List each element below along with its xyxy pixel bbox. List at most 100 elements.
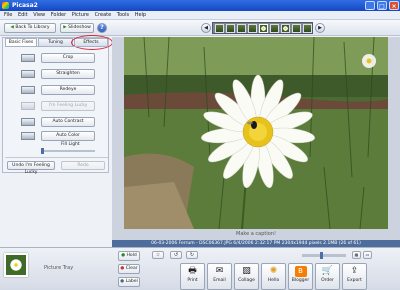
panel-divider xyxy=(5,157,108,158)
picture-tray-label: Picture Tray xyxy=(44,265,74,271)
redeye-icon xyxy=(21,86,35,94)
next-arrow-icon: ▶ xyxy=(318,25,322,31)
caption-field[interactable]: Make a caption! xyxy=(112,231,400,237)
maximize-button[interactable]: □ xyxy=(377,1,387,10)
effects-tab-highlight-circle xyxy=(71,35,113,50)
slider-thumb[interactable] xyxy=(41,148,44,154)
back-to-library-button[interactable]: ◀ Back To Library xyxy=(4,23,56,33)
tool-rotate-left-button[interactable]: ↺ xyxy=(170,251,182,259)
filmstrip[interactable] xyxy=(212,22,313,34)
main-photo[interactable] xyxy=(124,37,388,229)
tool-rotate-right-button[interactable]: ↻ xyxy=(186,251,198,259)
feeling-lucky-button[interactable]: I'm Feeling Lucky xyxy=(41,101,95,111)
status-bar: 06-03-2006 Ferrum - DSC06367.JPG 6/4/200… xyxy=(112,240,400,247)
auto-contrast-row: Auto Contrast xyxy=(21,117,95,127)
blogger-icon: B xyxy=(294,266,307,277)
hello-button[interactable]: ✺ Hello xyxy=(261,263,286,290)
fill-light-label: Fill Light xyxy=(61,142,80,147)
menu-edit[interactable]: Edit xyxy=(18,12,28,18)
next-picture-button[interactable]: ▶ xyxy=(315,23,325,33)
menu-tools[interactable]: Tools xyxy=(117,12,129,18)
email-icon: ✉ xyxy=(215,266,224,276)
undo-button[interactable]: Undo I'm Feeling Lucky xyxy=(7,161,55,175)
export-button[interactable]: ⇪ Export xyxy=(342,263,367,290)
window-title: Picasa2 xyxy=(12,2,38,9)
printer-icon: 🖶 xyxy=(188,266,197,276)
tab-tuning[interactable]: Tuning xyxy=(38,38,73,46)
menu-picture[interactable]: Picture xyxy=(72,12,89,18)
filmstrip-thumb[interactable] xyxy=(281,24,290,33)
view-icon: ▭ xyxy=(365,252,370,257)
crop-button[interactable]: Crop xyxy=(41,53,95,63)
photo-viewer: Make a caption! xyxy=(112,37,400,240)
zoom-slider[interactable] xyxy=(302,252,346,259)
filmstrip-thumb[interactable] xyxy=(226,24,235,33)
menu-bar: File Edit View Folder Picture Create Too… xyxy=(0,11,400,20)
straighten-button[interactable]: Straighten xyxy=(41,69,95,79)
auto-color-button[interactable]: Auto Color xyxy=(41,131,95,141)
feeling-lucky-row: I'm Feeling Lucky xyxy=(21,101,95,111)
straighten-row: Straighten xyxy=(21,69,95,79)
view-icon: ▦ xyxy=(354,252,359,257)
tool-star-button[interactable]: ☆ xyxy=(152,251,164,259)
filmstrip-thumb[interactable] xyxy=(292,24,301,33)
order-icon: 🛒 xyxy=(321,266,334,276)
picture-tray-bar: Picture Tray ● Hold ● Clear ● Label ☆ ↺ … xyxy=(0,247,400,290)
blogger-button[interactable]: B Blogger xyxy=(288,263,313,290)
tab-basic-fixes[interactable]: Basic Fixes xyxy=(5,38,37,46)
crop-row: Crop xyxy=(21,53,95,63)
slider-track xyxy=(41,150,95,152)
top-toolbar: ◀ Back To Library ▶ Slideshow ? ◀ ▶ xyxy=(0,20,400,36)
crop-icon xyxy=(21,54,35,62)
print-button[interactable]: 🖶 Print xyxy=(180,263,205,290)
filmstrip-thumb[interactable] xyxy=(303,24,312,33)
rotate-right-icon: ↻ xyxy=(189,252,195,258)
edit-panel: Basic Fixes Tuning Effects Crop Straight… xyxy=(2,35,113,175)
auto-color-row: Auto Color xyxy=(21,131,95,141)
label-button[interactable]: ● Label xyxy=(118,277,140,287)
filmstrip-thumb[interactable] xyxy=(248,24,257,33)
straighten-icon xyxy=(21,70,35,78)
prev-picture-button[interactable]: ◀ xyxy=(201,23,211,33)
auto-color-icon xyxy=(21,132,35,140)
menu-view[interactable]: View xyxy=(33,12,45,18)
feeling-lucky-icon xyxy=(21,102,35,110)
zoom-thumb[interactable] xyxy=(320,252,323,259)
collage-icon: ▧ xyxy=(242,266,251,276)
menu-folder[interactable]: Folder xyxy=(51,12,66,18)
auto-contrast-button[interactable]: Auto Contrast xyxy=(41,117,95,127)
picasa-app-icon xyxy=(2,2,9,9)
auto-contrast-icon xyxy=(21,118,35,126)
filmstrip-thumb-selected[interactable] xyxy=(259,24,268,33)
export-icon: ⇪ xyxy=(350,266,359,276)
tab-divider xyxy=(5,46,108,47)
prev-arrow-icon: ◀ xyxy=(204,25,208,31)
filmstrip-thumb[interactable] xyxy=(270,24,279,33)
menu-help[interactable]: Help xyxy=(135,12,146,18)
fill-light-slider[interactable] xyxy=(41,148,95,154)
clear-button[interactable]: ● Clear xyxy=(118,264,140,274)
daisy-photo xyxy=(124,37,388,229)
filmstrip-thumb[interactable] xyxy=(237,24,246,33)
menu-file[interactable]: File xyxy=(4,12,12,18)
star-icon: ☆ xyxy=(155,252,161,258)
filmstrip-thumb[interactable] xyxy=(215,24,224,33)
order-button[interactable]: 🛒 Order xyxy=(315,263,340,290)
redeye-button[interactable]: Redeye xyxy=(41,85,95,95)
collage-button[interactable]: ▧ Collage xyxy=(234,263,259,290)
picasa-window: Picasa2 _ □ × File Edit View Folder Pict… xyxy=(0,0,400,290)
view-toggle-1[interactable]: ▦ xyxy=(352,251,361,259)
redo-button[interactable]: Redo xyxy=(61,161,105,170)
view-toggle-2[interactable]: ▭ xyxy=(363,251,372,259)
rotate-left-icon: ↺ xyxy=(173,252,179,258)
hold-button[interactable]: ● Hold xyxy=(118,251,140,261)
close-button[interactable]: × xyxy=(389,1,399,10)
minimize-button[interactable]: _ xyxy=(365,1,375,10)
tray-thumbnail[interactable] xyxy=(4,253,28,277)
redeye-row: Redeye xyxy=(21,85,95,95)
slideshow-button[interactable]: ▶ Slideshow xyxy=(60,23,94,33)
email-button[interactable]: ✉ Email xyxy=(207,263,232,290)
title-bar: Picasa2 _ □ × xyxy=(0,0,400,11)
help-button[interactable]: ? xyxy=(97,23,107,33)
menu-create[interactable]: Create xyxy=(95,12,112,18)
